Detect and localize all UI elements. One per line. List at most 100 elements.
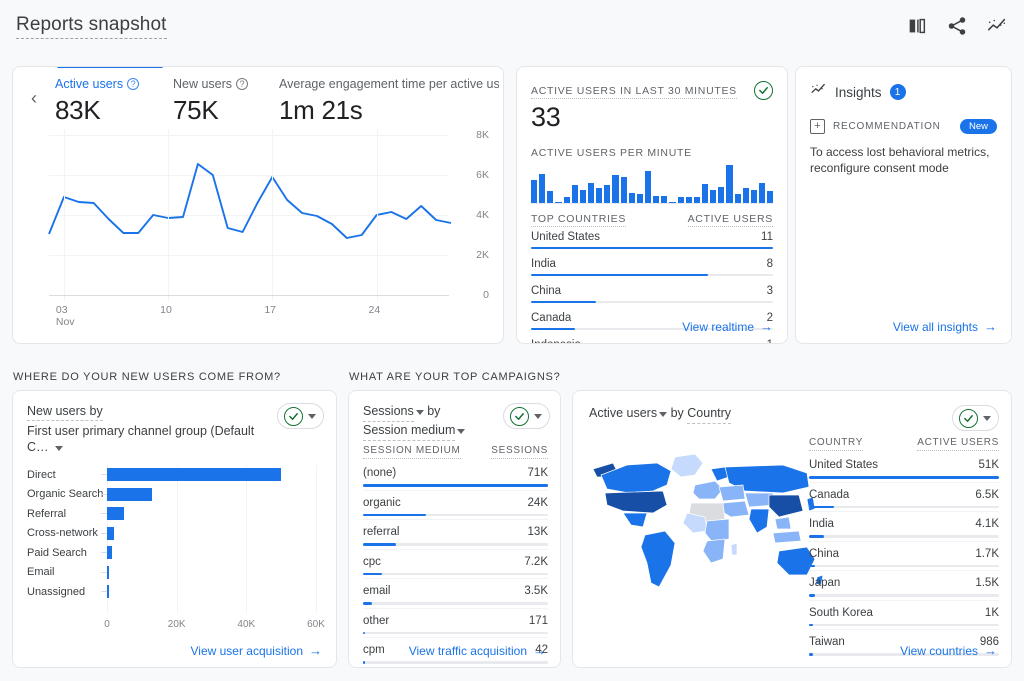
header-actions bbox=[906, 15, 1008, 37]
row-content: cpc7.2K bbox=[363, 556, 548, 568]
row-bar-track bbox=[809, 535, 999, 538]
channel-bar-row[interactable]: Direct bbox=[27, 465, 322, 485]
session-dimension-selector[interactable]: Session medium bbox=[363, 422, 503, 441]
help-icon[interactable]: ? bbox=[236, 78, 248, 90]
share-icon[interactable] bbox=[946, 15, 968, 37]
channel-bar-row[interactable]: Referral bbox=[27, 504, 322, 524]
chevron-down-icon bbox=[457, 429, 465, 434]
row-bar-fill bbox=[363, 484, 548, 487]
channel-label: Unassigned bbox=[27, 586, 101, 598]
realtime-country-row[interactable]: India 8 bbox=[531, 254, 773, 281]
x-axis-tick-label: 20K bbox=[168, 619, 186, 630]
channel-bar-row[interactable]: Unassigned bbox=[27, 582, 322, 602]
row-bar-fill bbox=[809, 624, 813, 627]
per-minute-bar bbox=[751, 190, 757, 203]
channel-dimension-selector[interactable]: First user primary channel group (Defaul… bbox=[27, 423, 277, 455]
view-all-insights-link[interactable]: View all insights → bbox=[893, 319, 997, 334]
metric-active-users[interactable]: Active users ? 83K bbox=[47, 77, 165, 126]
help-icon[interactable]: ? bbox=[127, 78, 139, 90]
data-quality-check-icon bbox=[284, 407, 303, 426]
campaign-card-options-button[interactable] bbox=[503, 403, 550, 429]
per-minute-bar bbox=[710, 190, 716, 203]
per-minute-bar bbox=[588, 183, 594, 203]
medium-name: (none) bbox=[363, 467, 396, 479]
chevron-down-icon bbox=[308, 414, 316, 419]
active-users-per-minute-chart[interactable] bbox=[531, 166, 773, 204]
country-card-title: Active users by Country bbox=[589, 405, 952, 431]
country-metric-selector[interactable]: Active users bbox=[589, 406, 671, 420]
realtime-country-row[interactable]: Indonesia1 bbox=[531, 335, 773, 344]
active-users-line-chart[interactable]: 02K4K6K8K03Nov101724 bbox=[19, 129, 497, 329]
country-active-users: 8 bbox=[767, 258, 773, 270]
row-content: other171 bbox=[363, 615, 548, 627]
country-card-options-button[interactable] bbox=[952, 405, 999, 431]
metric-new-users[interactable]: New users ? 75K bbox=[165, 77, 271, 126]
row-content: Japan1.5K bbox=[809, 577, 999, 589]
view-user-acquisition-link[interactable]: View user acquisition → bbox=[190, 643, 322, 658]
arrow-right-icon: → bbox=[760, 319, 773, 334]
row-content: Indonesia1 bbox=[531, 339, 773, 344]
row-content: United States11 bbox=[531, 231, 773, 243]
country-active-users: 51K bbox=[979, 459, 999, 471]
channel-bar-row[interactable]: Paid Search bbox=[27, 543, 322, 563]
metric-value: 83K bbox=[55, 95, 157, 126]
per-minute-bar bbox=[596, 188, 602, 203]
country-name: Taiwan bbox=[809, 636, 845, 648]
insight-body-text[interactable]: To access lost behavioral metrics, recon… bbox=[796, 134, 1011, 176]
country-row[interactable]: China1.7K bbox=[809, 541, 999, 571]
world-map[interactable] bbox=[583, 447, 823, 607]
sessions-row[interactable]: cpc7.2K bbox=[363, 549, 548, 579]
insights-icon[interactable] bbox=[986, 15, 1008, 37]
country-name: India bbox=[531, 258, 556, 270]
recommendation-icon: + bbox=[810, 119, 825, 134]
row-bar-fill bbox=[531, 328, 575, 330]
sessions-metric-selector[interactable]: Sessions bbox=[363, 404, 427, 418]
metrics-list: Active users ? 83K New users ? 75K Avera… bbox=[47, 67, 504, 126]
country-active-users: 1.5K bbox=[975, 577, 999, 589]
sessions-row[interactable]: organic24K bbox=[363, 490, 548, 520]
channel-bar bbox=[107, 546, 112, 559]
channel-bar-row[interactable]: Email bbox=[27, 563, 322, 583]
country-active-users: 11 bbox=[761, 231, 773, 243]
recommendation-label: RECOMMENDATION bbox=[833, 121, 941, 132]
sessions-row[interactable]: email3.5K bbox=[363, 578, 548, 608]
country-row[interactable]: Canada6.5K bbox=[809, 482, 999, 512]
realtime-country-row[interactable]: United States11 bbox=[531, 227, 773, 254]
country-table: COUNTRY ACTIVE USERS United States51KCan… bbox=[809, 437, 999, 659]
chart-vertical-gridline bbox=[168, 129, 169, 301]
realtime-country-row[interactable]: China3 bbox=[531, 281, 773, 308]
country-row[interactable]: Japan1.5K bbox=[809, 570, 999, 600]
per-minute-bar bbox=[580, 190, 586, 203]
view-traffic-acquisition-link[interactable]: View traffic acquisition → bbox=[409, 643, 546, 658]
metrics-prev-button[interactable]: ‹ bbox=[21, 67, 47, 129]
sessions-row[interactable]: (none)71K bbox=[363, 461, 548, 490]
sessions-row[interactable]: referral13K bbox=[363, 519, 548, 549]
per-minute-bar bbox=[555, 202, 561, 203]
channel-bar-row[interactable]: Cross-network bbox=[27, 524, 322, 544]
row-bar-track bbox=[363, 573, 548, 576]
sessions-row[interactable]: other171 bbox=[363, 608, 548, 638]
channel-title-line1: New users by bbox=[27, 403, 103, 421]
per-minute-bar bbox=[629, 193, 635, 203]
row-bar-fill bbox=[363, 661, 365, 664]
channel-bar-row[interactable]: Organic Search bbox=[27, 485, 322, 505]
active-users-overview-card: ‹ Active users ? 83K New users ? 75K bbox=[12, 66, 504, 344]
view-countries-link[interactable]: View countries → bbox=[900, 643, 997, 658]
channel-card-options-button[interactable] bbox=[277, 403, 324, 429]
country-name: Canada bbox=[809, 489, 849, 501]
country-row[interactable]: India4.1K bbox=[809, 511, 999, 541]
data-quality-check-icon[interactable] bbox=[754, 81, 773, 100]
col-active-users: ACTIVE USERS bbox=[917, 437, 999, 451]
country-row[interactable]: South Korea1K bbox=[809, 600, 999, 630]
row-bar-fill bbox=[809, 653, 813, 656]
row-bar-fill bbox=[531, 247, 773, 249]
country-row[interactable]: United States51K bbox=[809, 453, 999, 482]
channel-bar-chart[interactable]: 020K40K60KDirectOrganic SearchReferralCr… bbox=[27, 465, 322, 613]
view-realtime-link[interactable]: View realtime → bbox=[682, 319, 773, 334]
country-dimension-label[interactable]: Country bbox=[687, 405, 731, 424]
channel-label: Paid Search bbox=[27, 547, 101, 559]
metric-value: 75K bbox=[173, 95, 263, 126]
compare-icon[interactable] bbox=[906, 15, 928, 37]
chart-vertical-gridline bbox=[272, 129, 273, 301]
metric-avg-engagement-time[interactable]: Average engagement time per active us 1m… bbox=[271, 77, 504, 126]
